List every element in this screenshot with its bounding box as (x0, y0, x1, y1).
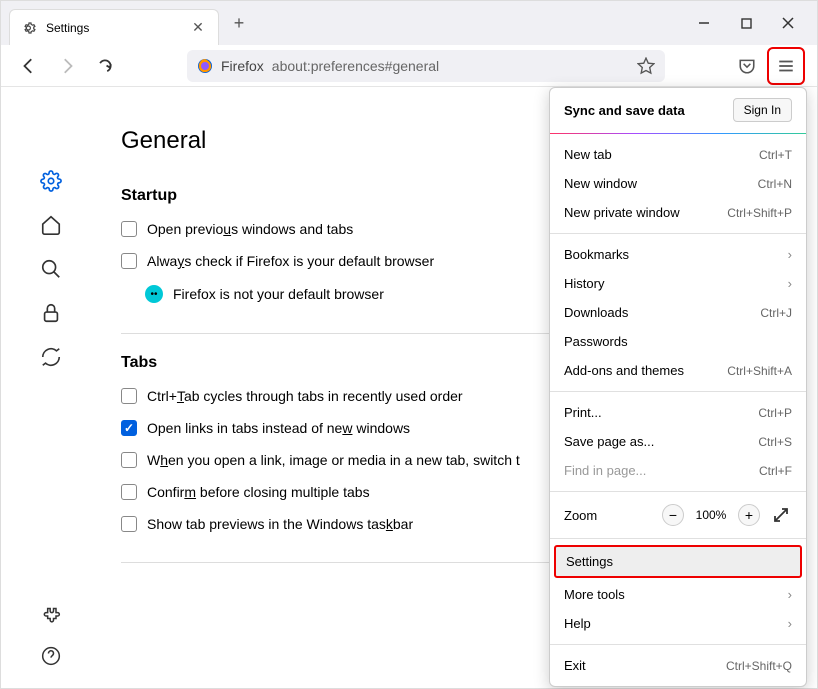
menu-print[interactable]: Print...Ctrl+P (550, 398, 806, 427)
checkbox-label: When you open a link, image or media in … (147, 452, 520, 468)
checkbox-label: Ctrl+Tab cycles through tabs in recently… (147, 388, 463, 404)
menu-find: Find in page...Ctrl+F (550, 456, 806, 485)
toolbar: Firefox about:preferences#general (1, 45, 817, 87)
sidebar-general[interactable] (39, 169, 63, 193)
menu-sync-header: Sync and save data Sign In (550, 88, 806, 133)
menu-passwords[interactable]: Passwords (550, 327, 806, 356)
menu-bookmarks[interactable]: Bookmarks› (550, 240, 806, 269)
sidebar-home[interactable] (39, 213, 63, 237)
menu-addons[interactable]: Add-ons and themesCtrl+Shift+A (550, 356, 806, 385)
menu-separator (550, 644, 806, 645)
firefox-icon (197, 58, 213, 74)
sign-in-button[interactable]: Sign In (733, 98, 792, 122)
zoom-out-button[interactable]: − (662, 504, 684, 526)
maximize-button[interactable] (737, 14, 755, 32)
new-tab-button[interactable]: + (225, 9, 253, 37)
chevron-right-icon: › (788, 616, 792, 631)
chevron-right-icon: › (788, 247, 792, 262)
checkbox[interactable] (121, 484, 137, 500)
menu-new-window[interactable]: New windowCtrl+N (550, 169, 806, 198)
reload-button[interactable] (89, 50, 121, 82)
menu-zoom: Zoom − 100% + (550, 498, 806, 532)
chevron-right-icon: › (788, 276, 792, 291)
menu-new-tab[interactable]: New tabCtrl+T (550, 140, 806, 169)
menu-new-private[interactable]: New private windowCtrl+Shift+P (550, 198, 806, 227)
pocket-button[interactable] (731, 50, 763, 82)
app-menu-button[interactable] (770, 50, 802, 82)
bookmark-star-icon[interactable] (637, 57, 655, 75)
sidebar-extensions[interactable] (39, 604, 63, 628)
checkbox[interactable] (121, 516, 137, 532)
forward-button[interactable] (51, 50, 83, 82)
window-controls (695, 14, 809, 32)
default-browser-text: Firefox is not your default browser (173, 286, 384, 302)
menu-more-tools[interactable]: More tools› (550, 580, 806, 609)
zoom-value: 100% (694, 508, 728, 522)
menu-separator (550, 391, 806, 392)
back-button[interactable] (13, 50, 45, 82)
menu-gradient (550, 133, 806, 134)
menu-downloads[interactable]: DownloadsCtrl+J (550, 298, 806, 327)
close-icon[interactable]: ✕ (190, 20, 206, 36)
menu-save-as[interactable]: Save page as...Ctrl+S (550, 427, 806, 456)
checkbox[interactable] (121, 221, 137, 237)
checkbox[interactable] (121, 452, 137, 468)
sidebar-search[interactable] (39, 257, 63, 281)
urlbar-text: about:preferences#general (272, 58, 629, 74)
titlebar: Settings ✕ + (1, 1, 817, 45)
minimize-button[interactable] (695, 14, 713, 32)
sidebar-sync[interactable] (39, 345, 63, 369)
menu-settings[interactable]: Settings (554, 545, 802, 578)
sad-icon: •• (145, 285, 163, 303)
sidebar-help[interactable] (39, 644, 63, 668)
url-bar[interactable]: Firefox about:preferences#general (187, 50, 665, 82)
sidebar-privacy[interactable] (39, 301, 63, 325)
menu-exit[interactable]: ExitCtrl+Shift+Q (550, 651, 806, 680)
checkbox-label: Open links in tabs instead of new window… (147, 420, 410, 436)
checkbox[interactable] (121, 253, 137, 269)
app-menu: Sync and save data Sign In New tabCtrl+T… (549, 87, 807, 687)
zoom-in-button[interactable]: + (738, 504, 760, 526)
menu-help[interactable]: Help› (550, 609, 806, 638)
settings-sidebar (1, 87, 101, 688)
fullscreen-button[interactable] (770, 504, 792, 526)
menu-history[interactable]: History› (550, 269, 806, 298)
close-window-button[interactable] (779, 14, 797, 32)
tab-title: Settings (46, 21, 182, 35)
checkbox-label: Always check if Firefox is your default … (147, 253, 434, 269)
sync-title: Sync and save data (564, 103, 685, 118)
checkbox[interactable] (121, 388, 137, 404)
menu-separator (550, 491, 806, 492)
chevron-right-icon: › (788, 587, 792, 602)
checkbox-label: Confirm before closing multiple tabs (147, 484, 370, 500)
checkbox-label: Show tab previews in the Windows taskbar (147, 516, 413, 532)
urlbar-identity: Firefox (221, 58, 264, 74)
browser-tab[interactable]: Settings ✕ (9, 9, 219, 45)
checkbox-label: Open previous windows and tabs (147, 221, 353, 237)
menu-separator (550, 538, 806, 539)
menu-separator (550, 233, 806, 234)
checkbox-checked[interactable] (121, 420, 137, 436)
gear-icon (22, 20, 38, 36)
